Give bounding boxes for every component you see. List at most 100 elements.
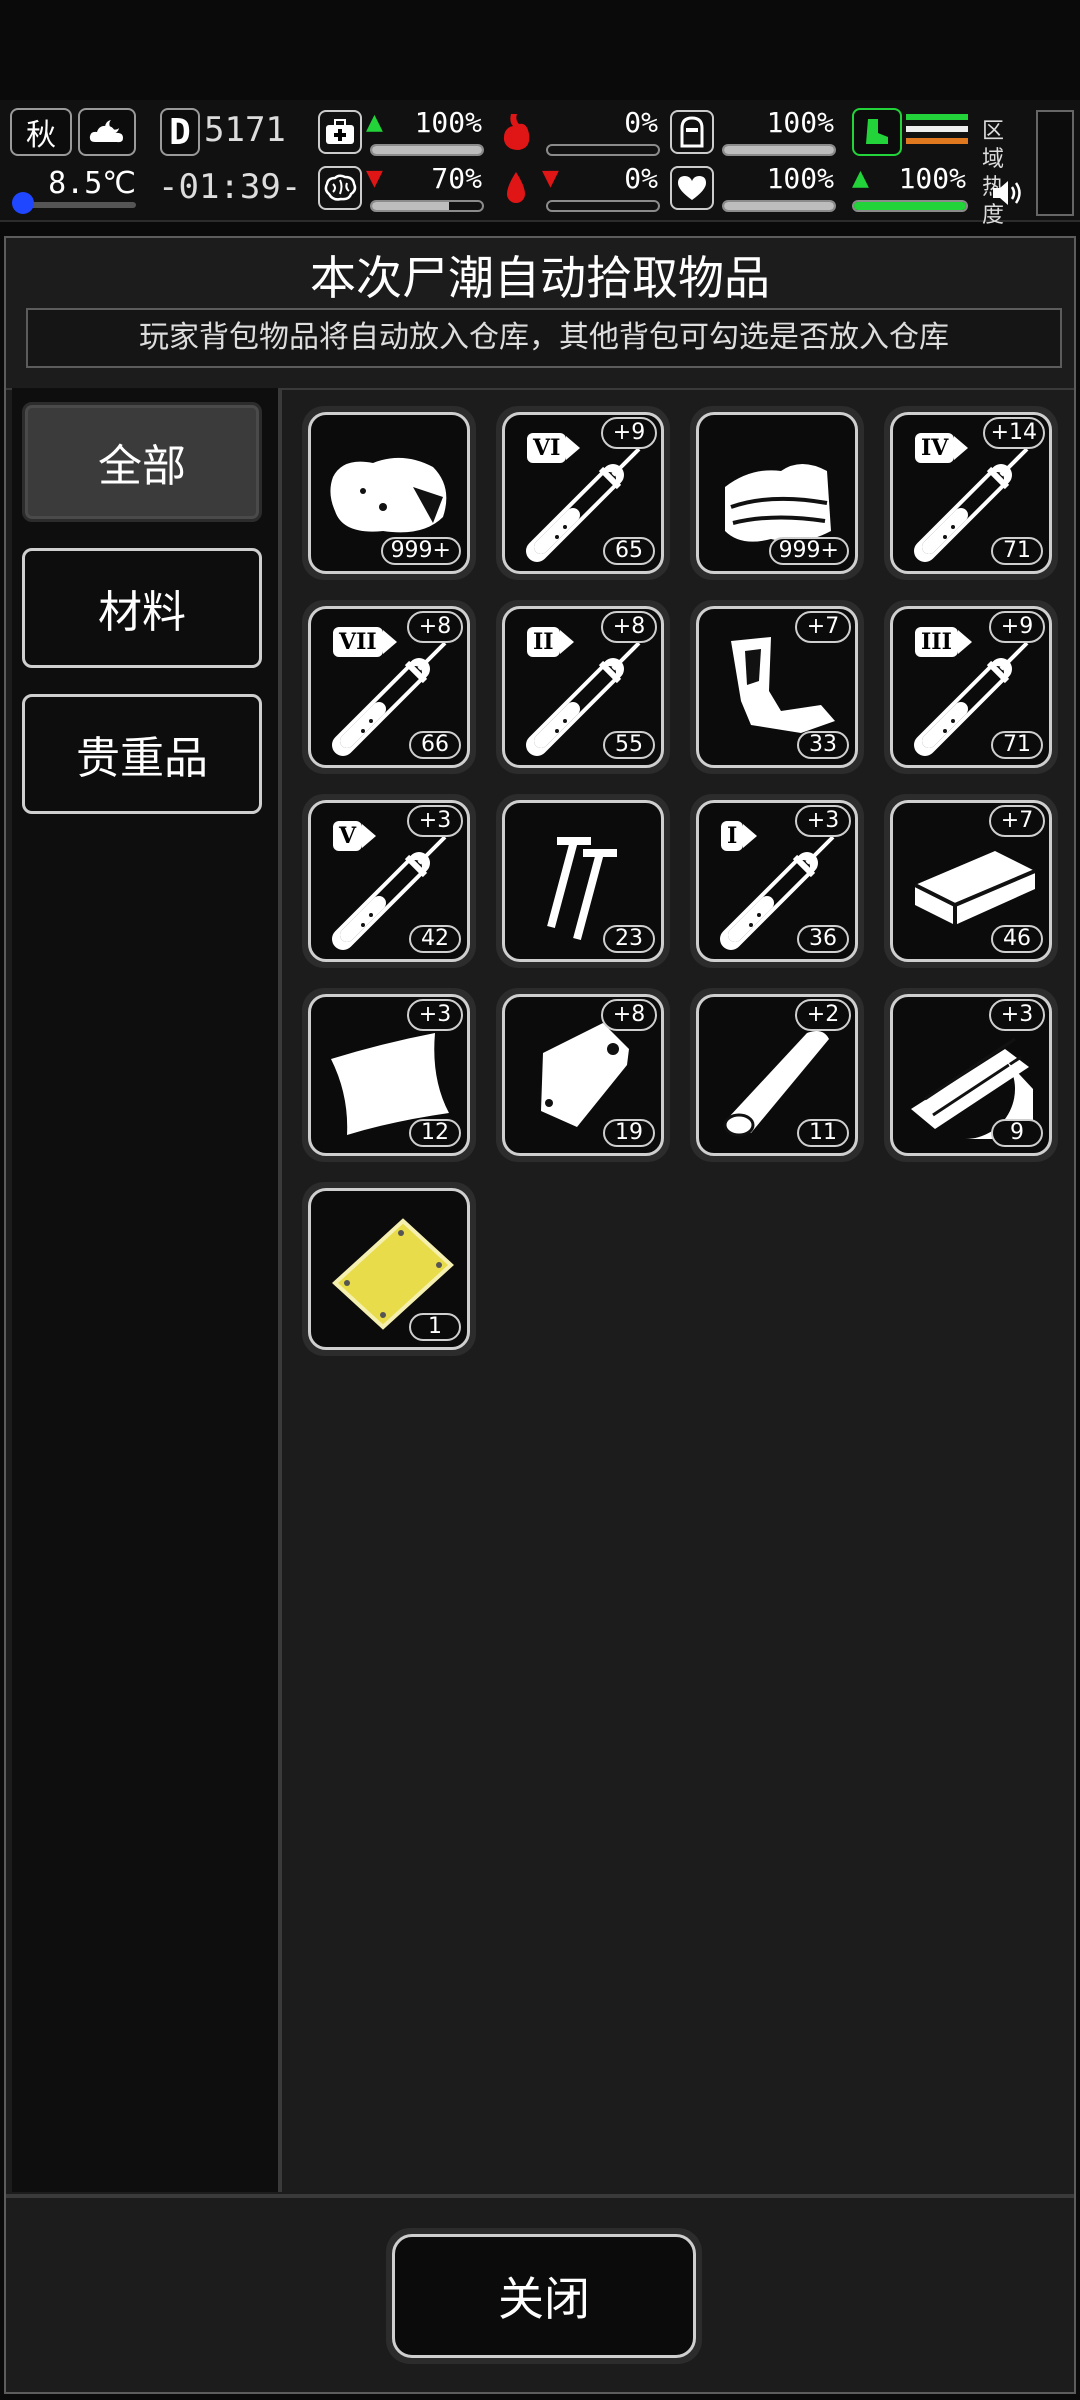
zone-heat-label: 区域热度	[982, 119, 1005, 228]
upgrade-badge: +3	[989, 999, 1045, 1031]
day-counter: 5171	[204, 110, 294, 156]
item-frame: I +3 36	[696, 800, 858, 962]
upgrade-badge: +3	[407, 805, 463, 837]
item-frame: IV +14 71	[890, 412, 1052, 574]
item-frame: 1	[308, 1188, 470, 1350]
item-slot[interactable]: +2 11	[690, 988, 864, 1162]
item-slot[interactable]: I +3 36	[690, 794, 864, 968]
stat-health[interactable]: ▲ 100%	[318, 106, 486, 160]
item-frame: II +8 55	[502, 606, 664, 768]
item-slot[interactable]: VI +9 65	[496, 406, 670, 580]
item-slot[interactable]: +7 33	[690, 600, 864, 774]
clock-time: -01:39-	[158, 167, 302, 207]
medkit-icon	[318, 110, 362, 154]
trend-down-icon: ▼	[366, 166, 383, 191]
upgrade-badge: +9	[601, 417, 657, 449]
upgrade-badge: +2	[795, 999, 851, 1031]
upgrade-badge: +8	[601, 999, 657, 1031]
tab-all[interactable]: 全部	[22, 402, 262, 522]
day-letter: D	[169, 111, 191, 153]
item-slot[interactable]: +3 12	[302, 988, 476, 1162]
thermometer-icon	[12, 192, 34, 214]
item-frame: +8 19	[502, 994, 664, 1156]
trend-up-icon: ▲	[852, 166, 869, 191]
item-quantity: 1	[409, 1313, 461, 1341]
armor-value: 100%	[766, 106, 834, 139]
stat-brain[interactable]: ▼ 70%	[318, 162, 486, 216]
item-quantity: 19	[603, 1119, 655, 1147]
item-slot[interactable]: III +9 71	[884, 600, 1058, 774]
thirst-value: 0%	[624, 162, 658, 195]
item-quantity: 66	[409, 731, 461, 759]
upgrade-badge: +8	[407, 611, 463, 643]
stat-hunger[interactable]: 0%	[494, 106, 662, 160]
clock: -01:39-	[158, 164, 302, 210]
item-quantity: 999+	[768, 537, 849, 565]
footer-divider	[6, 2194, 1074, 2198]
mood-value: 100%	[766, 162, 834, 195]
tab-materials[interactable]: 材料	[22, 548, 262, 668]
tier-badge: IV	[915, 433, 969, 463]
item-frame: III +9 71	[890, 606, 1052, 768]
boot-icon	[852, 108, 902, 156]
helmet-icon	[670, 110, 714, 154]
stat-thirst[interactable]: ▼ 0%	[494, 162, 662, 216]
item-quantity: 999+	[380, 537, 461, 565]
stat-stamina[interactable]: ▲ 100%	[848, 162, 970, 216]
temperature-value: 8.5℃	[48, 166, 136, 201]
item-slot[interactable]: +7 46	[884, 794, 1058, 968]
item-frame: +7 33	[696, 606, 858, 768]
item-slot[interactable]: 999+	[302, 406, 476, 580]
tier-badge: V	[333, 821, 377, 851]
item-frame: 999+	[308, 412, 470, 574]
brain-value: 70%	[431, 162, 482, 195]
item-quantity: 55	[603, 731, 655, 759]
trend-up-icon: ▲	[366, 110, 383, 135]
item-frame: 999+	[696, 412, 858, 574]
item-frame: +2 11	[696, 994, 858, 1156]
hunger-bar	[546, 144, 660, 156]
item-slot[interactable]: 1	[302, 1182, 476, 1356]
stat-armor[interactable]: 100%	[670, 106, 838, 160]
stat-mood[interactable]: 100%	[670, 162, 838, 216]
speaker-icon[interactable]	[990, 176, 1024, 210]
item-frame: +3 9	[890, 994, 1052, 1156]
brain-icon	[318, 166, 362, 210]
brain-bar	[370, 200, 484, 212]
tab-label: 材料	[98, 587, 186, 638]
weather-icon	[78, 108, 136, 156]
stomach-icon	[494, 110, 538, 154]
health-value: 100%	[414, 106, 482, 139]
day-number: 5171	[204, 110, 286, 150]
dialog-title: 本次尸潮自动拾取物品	[310, 251, 770, 305]
mood-bar	[722, 200, 836, 212]
item-quantity: 71	[991, 537, 1043, 565]
item-slot[interactable]: 999+	[690, 406, 864, 580]
temperature-gauge: 8.5℃	[12, 164, 138, 214]
item-frame: VII +8 66	[308, 606, 470, 768]
close-button[interactable]: 关闭	[386, 2228, 702, 2364]
stamina-bar	[852, 200, 968, 212]
dialog-subtitle: 玩家背包物品将自动放入仓库，其他背包可勾选是否放入仓库	[26, 308, 1062, 368]
blood-drop-icon	[494, 166, 538, 210]
item-quantity: 46	[991, 925, 1043, 953]
item-frame: +7 46	[890, 800, 1052, 962]
item-slot[interactable]: +3 9	[884, 988, 1058, 1162]
item-slot[interactable]: V +3 42	[302, 794, 476, 968]
tab-label: 全部	[98, 441, 186, 492]
item-slot[interactable]: IV +14 71	[884, 406, 1058, 580]
item-slot[interactable]: VII +8 66	[302, 600, 476, 774]
tab-valuables[interactable]: 贵重品	[22, 694, 262, 814]
item-frame: +3 12	[308, 994, 470, 1156]
health-bar	[370, 144, 484, 156]
item-slot[interactable]: 23	[496, 794, 670, 968]
item-slot[interactable]: +8 19	[496, 988, 670, 1162]
stamina-value: 100%	[898, 162, 966, 195]
screen: 秋 8.5℃ D 5171 -01:39- ▲ 100% 0% 100% ▼ 7…	[0, 0, 1080, 2400]
season-badge: 秋	[10, 108, 72, 156]
item-quantity: 36	[797, 925, 849, 953]
tier-badge: VI	[527, 433, 581, 463]
trend-down-icon: ▼	[542, 166, 559, 191]
item-slot[interactable]: II +8 55	[496, 600, 670, 774]
item-frame: V +3 42	[308, 800, 470, 962]
